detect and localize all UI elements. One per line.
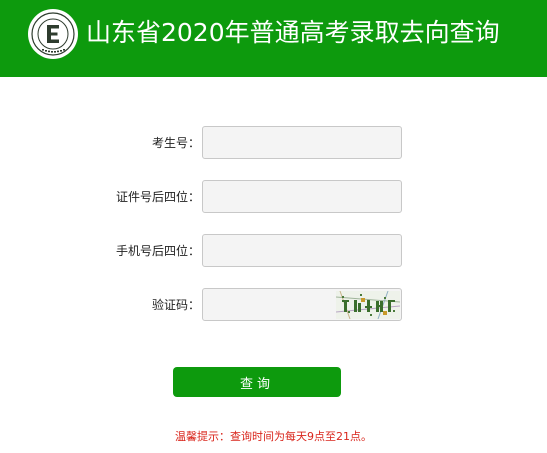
id-last4-label: 证件号后四位： bbox=[115, 190, 200, 204]
phone-last4-input[interactable] bbox=[202, 234, 402, 267]
exam-number-input[interactable] bbox=[202, 126, 402, 159]
phone-last4-label: 手机号后四位： bbox=[115, 244, 200, 258]
id-last4-row: 证件号后四位： bbox=[0, 180, 547, 214]
page-title: 山东省2020年普通高考录取去向查询 bbox=[86, 18, 500, 47]
exam-number-label: 考生号： bbox=[151, 136, 200, 150]
captcha-row: 验证码： bbox=[0, 288, 547, 322]
exam-number-row: 考生号： bbox=[0, 126, 547, 160]
notice-text: 温馨提示：查询时间为每天9点至21点。 bbox=[175, 430, 372, 443]
captcha-label: 验证码： bbox=[151, 298, 200, 312]
header-bar: 山东省2020年普通高考录取去向查询 bbox=[0, 0, 547, 77]
id-last4-input[interactable] bbox=[202, 180, 402, 213]
exam-authority-logo-icon bbox=[28, 9, 78, 59]
phone-last4-row: 手机号后四位： bbox=[0, 234, 547, 268]
query-button[interactable]: 查询 bbox=[173, 367, 341, 397]
captcha-image-icon[interactable] bbox=[336, 291, 400, 319]
